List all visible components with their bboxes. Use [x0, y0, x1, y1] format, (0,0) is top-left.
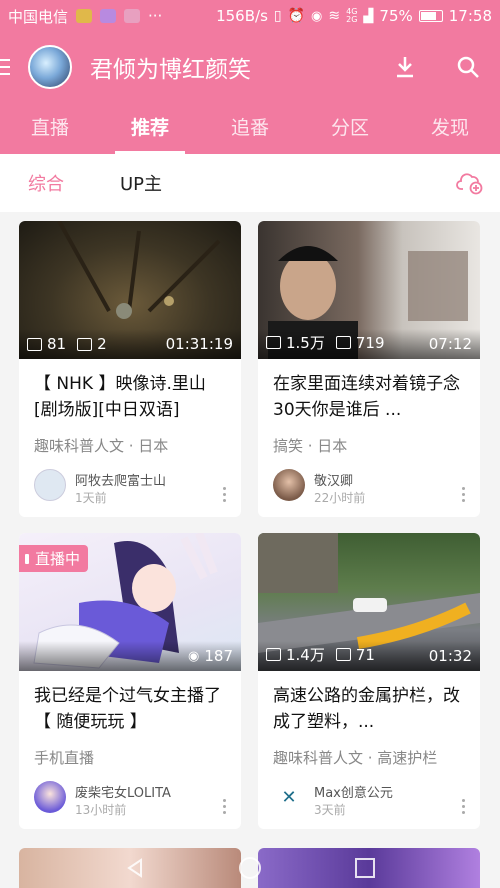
menu-icon[interactable] — [0, 59, 14, 75]
network-speed: 156B/s — [216, 7, 268, 25]
video-duration: 07:12 — [428, 335, 472, 353]
video-stats: 1.5万 719 — [266, 332, 385, 353]
more-options-icon[interactable] — [462, 487, 466, 502]
video-category[interactable]: 趣味科普人文 · 高速护栏 — [273, 747, 437, 768]
play-count-icon — [27, 337, 42, 351]
main-tabs: 直播 推荐 追番 分区 发现 — [0, 102, 500, 154]
video-title[interactable]: 在家里面连续对着镜子念30天你是谁后 ... — [273, 371, 468, 423]
video-category[interactable]: 搞笑 · 日本 — [273, 435, 347, 456]
vibrate-icon: ▯ — [273, 8, 282, 24]
uploader-name[interactable]: 阿牧去爬富士山 — [75, 470, 166, 489]
eye-icon: ◉ — [311, 8, 323, 24]
live-category[interactable]: 手机直播 — [34, 747, 94, 768]
notification-app-icon — [76, 9, 93, 23]
battery-percent: 75% — [379, 7, 413, 25]
play-count-icon — [266, 336, 281, 349]
video-card[interactable]: 81 2 01:31:19 【 NHK 】映像诗.里山[剧场版][中日双语] 趣… — [19, 221, 241, 517]
uploader-avatar[interactable] — [273, 469, 305, 501]
video-thumbnail[interactable]: 1.4万 71 01:32 — [258, 533, 480, 671]
video-stats: 81 2 — [27, 335, 107, 353]
battery-icon — [418, 10, 443, 22]
upload-time: 1天前 — [75, 491, 107, 505]
video-duration: 01:32 — [428, 647, 472, 665]
danmaku-count: 2 — [97, 335, 107, 353]
video-category[interactable]: 趣味科普人文 · 日本 — [34, 435, 168, 456]
video-stats: 1.4万 71 — [266, 644, 375, 665]
danmaku-count: 71 — [355, 645, 375, 664]
video-feed: 81 2 01:31:19 【 NHK 】映像诗.里山[剧场版][中日双语] 趣… — [0, 212, 500, 852]
wifi-icon: ≋ — [328, 8, 341, 24]
video-thumbnail[interactable]: 81 2 01:31:19 — [19, 221, 241, 359]
user-name[interactable]: 君倾为博红颜笑 — [90, 50, 251, 84]
tab-recommend[interactable]: 推荐 — [100, 102, 200, 154]
filter-uploaders[interactable]: UP主 — [120, 170, 162, 196]
eye-icon: ◉ — [188, 648, 200, 664]
alarm-icon: ⏰ — [287, 8, 306, 24]
view-count: 1.4万 — [286, 646, 325, 664]
app-header: 君倾为博红颜笑 — [0, 32, 500, 102]
clock: 17:58 — [448, 7, 492, 25]
more-options-icon[interactable] — [223, 487, 227, 502]
network-type-label: 4G 2G — [346, 7, 358, 24]
more-options-icon[interactable] — [223, 799, 227, 814]
add-cloud-icon[interactable] — [456, 171, 484, 195]
danmaku-icon — [335, 648, 351, 661]
tab-discover[interactable]: 发现 — [400, 102, 500, 154]
search-icon[interactable] — [456, 55, 480, 79]
live-badge: 直播中 — [19, 545, 89, 572]
uploader-avatar[interactable] — [34, 469, 66, 501]
danmaku-count: 719 — [355, 333, 385, 352]
more-options-icon[interactable] — [462, 799, 466, 814]
view-count: 81 — [47, 335, 67, 353]
uploader-name[interactable]: Max创意公元 — [314, 782, 393, 801]
carrier-label: 中国电信 — [8, 7, 69, 26]
view-count: 1.5万 — [286, 334, 325, 352]
tab-categories[interactable]: 分区 — [300, 102, 400, 154]
video-card[interactable]: 1.5万 719 07:12 在家里面连续对着镜子念30天你是谁后 ... 搞笑… — [258, 221, 480, 517]
stream-time: 13小时前 — [75, 803, 127, 817]
live-title[interactable]: 我已经是个过气女主播了【 随便玩玩 】 — [34, 683, 229, 735]
streamer-name[interactable]: 废柴宅女LOLITA — [75, 782, 171, 801]
user-avatar[interactable] — [28, 45, 72, 89]
live-viewers: ◉ 187 — [188, 647, 233, 665]
danmaku-icon — [335, 336, 351, 349]
back-icon[interactable] — [123, 856, 147, 880]
live-indicator — [25, 554, 29, 564]
streamer-avatar[interactable] — [34, 781, 66, 813]
live-thumbnail[interactable]: 直播中 ◉ 187 — [19, 533, 241, 671]
status-bar: 中国电信 ··· 156B/s ▯ ⏰ ◉ ≋ 4G 2G ▟ 75% 17:58 — [0, 0, 500, 32]
notification-app-icon — [124, 9, 141, 23]
recents-icon[interactable] — [353, 856, 377, 880]
video-thumbnail[interactable]: 1.5万 719 07:12 — [258, 221, 480, 359]
system-nav-bar — [0, 848, 500, 888]
close-x-logo-icon: ✕ — [281, 786, 297, 808]
tab-live[interactable]: 直播 — [0, 102, 100, 154]
play-count-icon — [266, 648, 281, 661]
signal-icon: ▟ — [363, 8, 374, 24]
sub-filter-bar: 综合 UP主 — [0, 154, 500, 212]
live-card[interactable]: 直播中 ◉ 187 我已经是个过气女主播了【 随便玩玩 】 手机直播 废柴宅女L… — [19, 533, 241, 829]
home-icon[interactable] — [237, 855, 263, 881]
upload-time: 3天前 — [314, 803, 346, 817]
filter-general[interactable]: 综合 — [28, 170, 64, 196]
danmaku-icon — [77, 337, 93, 351]
more-notifications-dots: ··· — [148, 7, 163, 25]
video-card[interactable]: 1.4万 71 01:32 高速公路的金属护栏，改成了塑料，... 趣味科普人文… — [258, 533, 480, 829]
tab-follow-anime[interactable]: 追番 — [200, 102, 300, 154]
uploader-name[interactable]: 敬汉卿 — [314, 470, 353, 489]
video-title[interactable]: 高速公路的金属护栏，改成了塑料，... — [273, 683, 468, 735]
video-duration: 01:31:19 — [165, 335, 233, 353]
notification-app-icon — [100, 9, 117, 23]
video-title[interactable]: 【 NHK 】映像诗.里山[剧场版][中日双语] — [34, 371, 229, 423]
uploader-avatar[interactable]: ✕ — [273, 781, 305, 813]
upload-time: 22小时前 — [314, 491, 366, 505]
download-icon[interactable] — [394, 55, 416, 79]
